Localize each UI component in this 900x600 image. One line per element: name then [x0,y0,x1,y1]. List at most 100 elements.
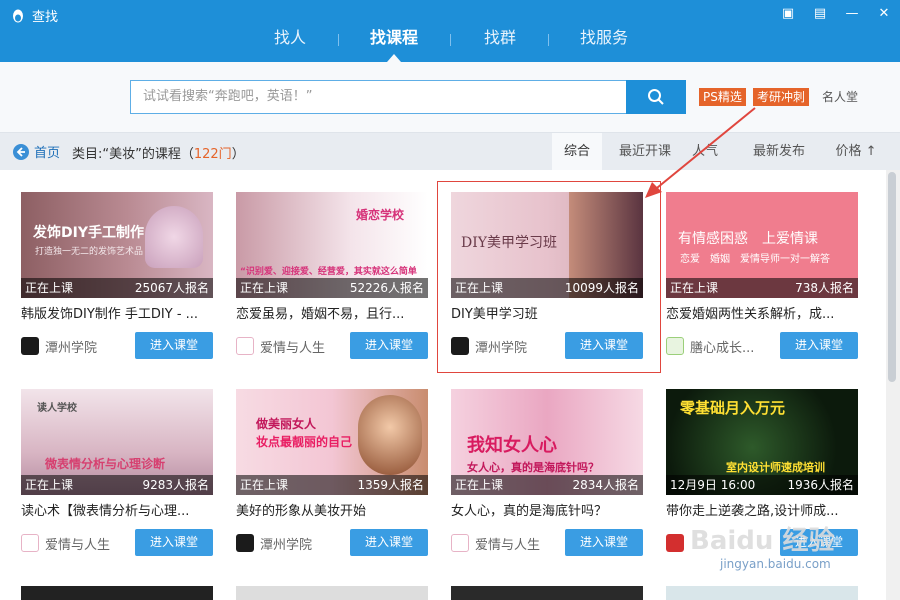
course-thumbnail[interactable]: 婚恋学校 “识别爱、迎接爱、经营爱，其实就这么简单 正在上课 52226人报名 [236,192,428,298]
course-title[interactable]: 恋爱婚姻两性关系解析，成... [666,306,858,324]
filter-bar: 首页 类目:“美妆”的课程（122门） 综合 最近开课 人气 最新发布 价格 ↑ [0,132,900,171]
sort-overall[interactable]: 综合 [552,133,602,171]
course-thumbnail[interactable]: 发饰DIY手工制作 打造独一无二的发饰艺术品 正在上课 25067人报名 [21,192,213,298]
thumbnail-subtitle: 微表情分析与心理诊断 [45,457,166,471]
school-name[interactable]: 爱情与人生 [475,534,540,553]
enter-classroom-button[interactable]: 进入课堂 [780,332,858,359]
thumbnail-subtitle: 恋爱 婚姻 爱情导师一对一解答 [680,254,830,265]
baidu-watermark: Baidu 经验 jingyan.baidu.com [690,520,834,571]
course-status-bar: 12月9日 16:00 1936人报名 [666,475,858,495]
school-name[interactable]: 潭州学院 [260,534,312,553]
enter-classroom-button[interactable]: 进入课堂 [350,332,428,359]
category-breadcrumb: 类目:“美妆”的课程（122门） [72,143,245,162]
sort-newest[interactable]: 最新发布 [746,133,812,171]
school-name[interactable]: 潭州学院 [45,337,97,356]
enter-classroom-button[interactable]: 进入课堂 [135,332,213,359]
course-count: 122门 [193,147,232,162]
nav-divider [338,34,339,46]
signup-count: 1359人报名 [357,478,424,492]
watermark-url: jingyan.baidu.com [720,557,831,571]
thumbnail-title: 零基础月入万元 [680,399,786,417]
course-card[interactable]: 发饰DIY手工制作 打造独一无二的发饰艺术品 正在上课 25067人报名 韩版发… [21,192,213,360]
crumb-suffix: ） [231,147,245,162]
scrollbar-thumb[interactable] [888,172,896,382]
crumb-prefix: 类目:“美妆”的课程（ [72,147,194,162]
watermark-main: Baidu 经验 [690,526,835,556]
course-status: 正在上课 [25,478,74,492]
course-thumbnail[interactable]: 有情感困惑 上爱情课 恋爱 婚姻 爱情导师一对一解答 正在上课 738人报名 [666,192,858,298]
school-logo [236,337,254,355]
course-status: 正在上课 [670,281,719,295]
tag-kaoyan[interactable]: 考研冲刺 [753,88,810,106]
course-thumbnail[interactable]: 零基础月入万元 室内设计师速成培训 12月9日 16:00 1936人报名 [666,389,858,495]
skin-icon[interactable]: ▤ [812,6,828,22]
course-status: 正在上课 [25,281,74,295]
course-card[interactable]: 婚恋学校 “识别爱、迎接爱、经营爱，其实就这么简单 正在上课 52226人报名 … [236,192,428,360]
course-status-bar: 正在上课 9283人报名 [21,475,213,495]
course-title[interactable]: 带你走上逆袭之路,设计师成... [666,503,858,521]
course-card-partial[interactable] [451,586,643,600]
tag-hall-of-fame[interactable]: 名人堂 [822,88,858,106]
school-logo [666,534,684,552]
course-title[interactable]: 美好的形象从美妆开始 [236,503,428,521]
thumbnail-title: 我知女人心 [467,435,557,456]
course-title[interactable]: 恋爱虽易，婚姻不易，且行... [236,306,428,324]
course-title[interactable]: 读心术【微表情分析与心理... [21,503,213,521]
feedback-icon[interactable]: ▣ [780,6,796,22]
school-logo [666,337,684,355]
tab-find-people[interactable]: 找人 [260,26,320,62]
search-area: 试试看搜索“奔跑吧，英语！” PS精选 考研冲刺 名人堂 [0,62,900,132]
enter-classroom-button[interactable]: 进入课堂 [135,529,213,556]
school-logo [451,534,469,552]
signup-count: 52226人报名 [349,281,424,295]
home-label: 首页 [34,146,61,161]
enter-classroom-button[interactable]: 进入课堂 [565,529,643,556]
thumbnail-subtitle: 女人心，真的是海底针吗？ [467,461,599,474]
home-link[interactable]: 首页 [12,142,60,161]
sort-popularity[interactable]: 人气 [680,133,730,171]
course-card[interactable]: 做美丽女人 妆点最靓丽的自己 正在上课 1359人报名 美好的形象从美妆开始 潭… [236,389,428,557]
close-icon[interactable]: ✕ [876,6,892,22]
course-title[interactable]: 女人心，真的是海底针吗？ [451,503,643,521]
nav-divider [450,34,451,46]
search-button[interactable] [626,80,686,114]
course-card-partial[interactable] [666,586,858,600]
school-name[interactable]: 膳心成长... [690,337,754,356]
signup-count: 738人报名 [795,281,854,295]
active-tab-caret [387,54,401,62]
course-thumbnail[interactable]: 我知女人心 女人心，真的是海底针吗？ 正在上课 2834人报名 [451,389,643,495]
top-bar: 查找 ▣ ▤ — ✕ 找人 找课程 找群 找服务 [0,0,900,62]
sort-price[interactable]: 价格 ↑ [828,133,884,171]
search-icon [648,89,664,105]
annotation-highlight-box [437,181,661,373]
sort-recent[interactable]: 最近开课 [612,133,678,171]
search-input[interactable]: 试试看搜索“奔跑吧，英语！” [130,80,626,114]
course-card-partial[interactable] [21,586,213,600]
window-title: 查找 [10,6,58,25]
enter-classroom-button[interactable]: 进入课堂 [350,529,428,556]
thumbnail-title: 做美丽女人 [256,417,317,431]
course-status-bar: 正在上课 25067人报名 [21,278,213,298]
course-thumbnail[interactable]: 读人学校 微表情分析与心理诊断 正在上课 9283人报名 [21,389,213,495]
course-status: 正在上课 [455,478,504,492]
school-name[interactable]: 爱情与人生 [260,337,325,356]
main-nav: 找人 找课程 找群 找服务 [0,26,900,62]
thumbnail-title: 读人学校 [37,403,77,414]
tab-find-groups[interactable]: 找群 [470,26,530,62]
school-logo [21,337,39,355]
signup-count: 9283人报名 [142,478,209,492]
tab-find-services[interactable]: 找服务 [568,26,640,62]
window-title-text: 查找 [32,10,59,25]
course-status-bar: 正在上课 1359人报名 [236,475,428,495]
signup-count: 25067人报名 [134,281,209,295]
course-card[interactable]: 我知女人心 女人心，真的是海底针吗？ 正在上课 2834人报名 女人心，真的是海… [451,389,643,557]
school-name[interactable]: 爱情与人生 [45,534,110,553]
tag-ps-picks[interactable]: PS精选 [699,88,746,106]
course-card[interactable]: 有情感困惑 上爱情课 恋爱 婚姻 爱情导师一对一解答 正在上课 738人报名 恋… [666,192,858,360]
course-thumbnail[interactable]: 做美丽女人 妆点最靓丽的自己 正在上课 1359人报名 [236,389,428,495]
signup-count: 1936人报名 [787,478,854,492]
course-title[interactable]: 韩版发饰DIY制作 手工DIY - ... [21,306,213,324]
course-card-partial[interactable] [236,586,428,600]
minimize-icon[interactable]: — [844,6,860,22]
course-card[interactable]: 读人学校 微表情分析与心理诊断 正在上课 9283人报名 读心术【微表情分析与心… [21,389,213,557]
